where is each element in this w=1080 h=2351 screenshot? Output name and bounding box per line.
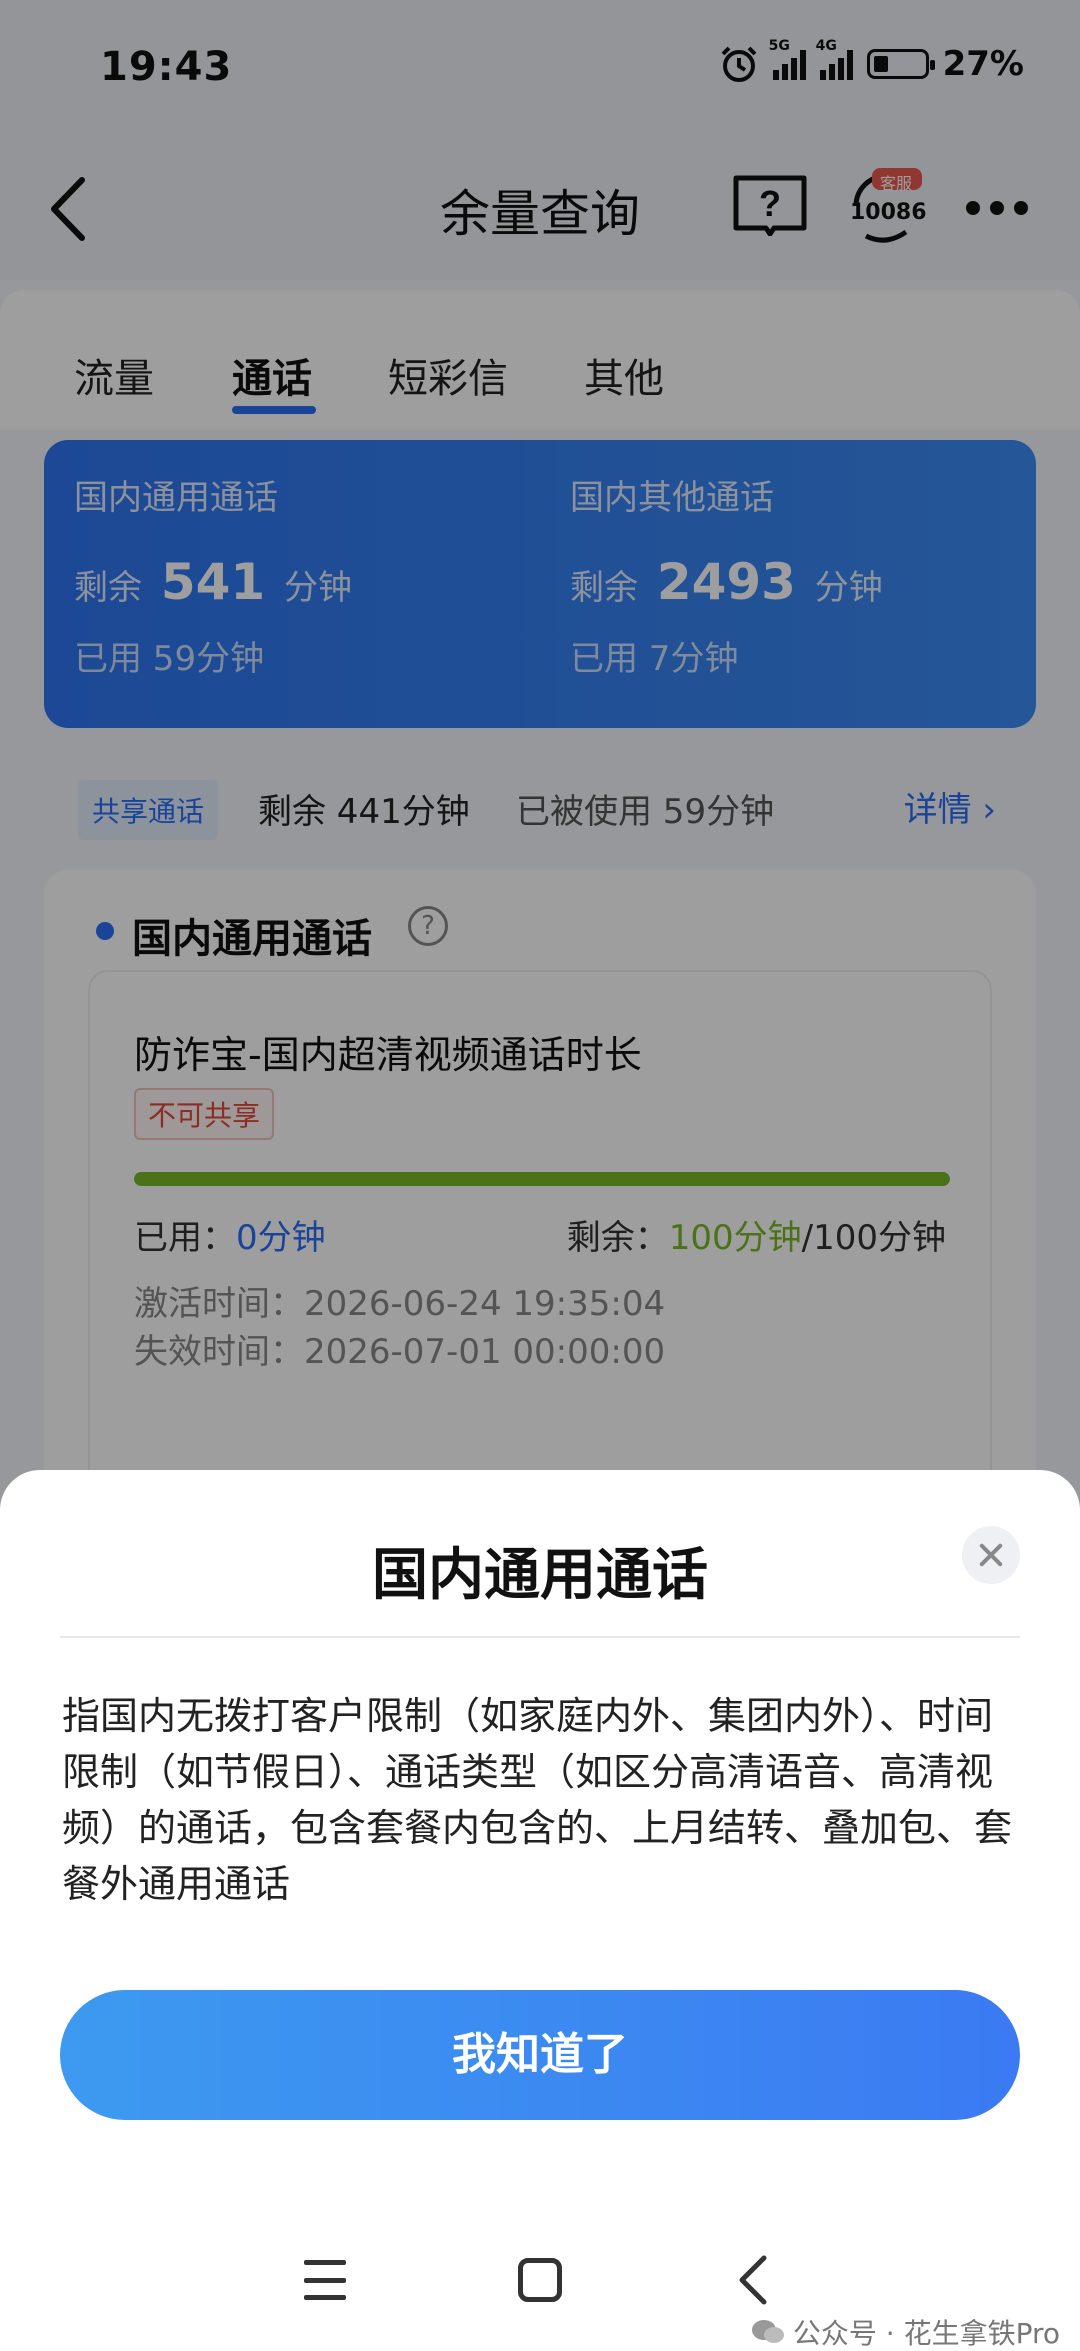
acknowledge-button[interactable]: 我知道了 (60, 1990, 1020, 2120)
watermark-text: 公众号 · 花生拿铁Pro (792, 2317, 1060, 2350)
home-square-icon[interactable] (518, 2258, 562, 2302)
sheet-title: 国内通用通话 (372, 1543, 708, 1608)
page: 19:43 5G 4G 27% 余量查询 ? 客服 10086 流量 通话 短彩… (0, 0, 1080, 2351)
watermark: 公众号 · 花生拿铁Pro (751, 2312, 1060, 2351)
divider (60, 1636, 1020, 1638)
sheet-description: 指国内无拨打客户限制（如家庭内外、集团内外）、时间限制（如节假日）、通话类型（如… (62, 1694, 1013, 1906)
info-bottom-sheet: 国内通用通话 指国内无拨打客户限制（如家庭内外、集团内外）、时间限制（如节假日）… (0, 1470, 1080, 2351)
recents-menu-icon[interactable] (304, 2260, 346, 2300)
nav-back-icon[interactable] (734, 2254, 774, 2306)
wechat-icon (751, 2320, 784, 2343)
close-icon[interactable] (962, 1526, 1020, 1584)
